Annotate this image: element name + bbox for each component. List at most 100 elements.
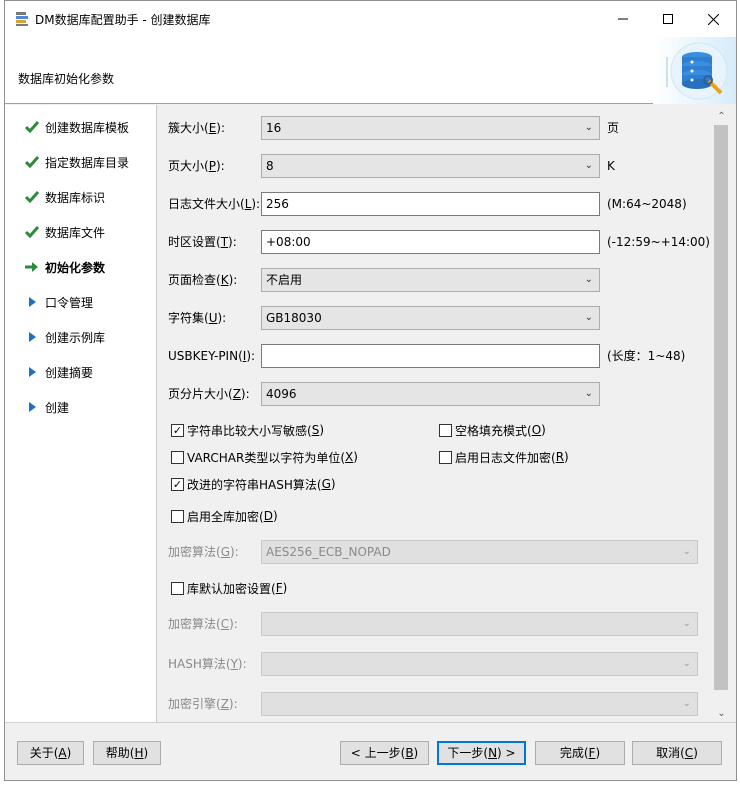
step-db-directory: 指定数据库目录 [23,152,129,172]
page-shard-select[interactable]: 4096 ⌄ [261,382,600,406]
step-sample-db: 创建示例库 [23,327,105,347]
log-size-input[interactable]: 256 [261,192,600,216]
log-encrypt-checkbox[interactable]: 启用日志文件加密(R) [439,448,569,466]
window-title: DM数据库配置助手 - 创建数据库 [35,13,211,27]
close-button[interactable] [690,1,736,37]
step-create-template: 创建数据库模板 [23,117,129,137]
step-label: 数据库文件 [45,225,106,240]
chevron-down-icon: ⌄ [682,546,691,557]
page-size-select[interactable]: 8 ⌄ [261,154,600,178]
chevron-down-icon: ⌄ [584,312,593,323]
close-icon [707,13,719,25]
blank-pad-checkbox[interactable]: 空格填充模式(O) [439,421,546,439]
hash-algo-select: ⌄ [261,652,698,676]
step-init-params: 初始化参数 [23,257,105,277]
timezone-range: (-12:59~+14:00) [607,235,710,249]
usbkey-pin-input[interactable] [261,344,600,368]
step-db-files: 数据库文件 [23,222,105,242]
app-icon [16,12,28,26]
next-button[interactable]: 下一步(N) > [437,741,526,765]
chevron-down-icon: ⌄ [584,274,593,285]
chevron-down-icon: ⌄ [682,618,691,629]
step-password: 口令管理 [23,292,93,312]
page-check-value: 不启用 [266,273,303,287]
usbkey-pin-range: (长度：1~48) [607,349,686,363]
charset-value: GB18030 [266,311,322,325]
extent-size-label: 簇大小(E): [168,121,226,135]
improved-hash-checkbox[interactable]: ✓ 改进的字符串HASH算法(G) [171,475,336,493]
full-encrypt-checkbox[interactable]: 启用全库加密(D) [171,507,278,525]
page-size-value: 8 [266,159,274,173]
scroll-down-icon[interactable]: ⌄ [713,706,730,722]
triangle-right-icon [23,294,41,310]
encrypt-algo-label: 加密算法(G): [168,545,239,559]
page-shard-label: 页分片大小(Z): [168,387,250,401]
checkbox-unchecked-icon [439,450,452,464]
params-form: 簇大小(E): 16 ⌄ 页 页大小(P): 8 ⌄ K 日志文件大小(L): … [158,105,736,722]
check-icon [23,189,41,205]
chevron-down-icon: ⌄ [584,388,593,399]
minimize-button[interactable] [600,1,646,37]
page-title: 数据库初始化参数 [18,72,115,86]
varchar-char-checkbox[interactable]: VARCHAR类型以字符为单位(X) [171,448,358,466]
title-bar: DM数据库配置助手 - 创建数据库 [5,1,736,37]
scroll-up-icon[interactable]: ⌃ [713,109,730,125]
triangle-right-icon [23,399,41,415]
back-button[interactable]: < 上一步(B) [340,741,429,765]
chevron-down-icon: ⌄ [682,658,691,669]
log-size-range: (M:64~2048) [607,197,687,211]
encrypt-algo-2-label: 加密算法(C): [168,617,238,631]
timezone-input[interactable]: +08:00 [261,230,600,254]
app-window: DM数据库配置助手 - 创建数据库 数据库初始化参数 创建数据库模板 指定数据库… [4,0,737,781]
step-label: 口令管理 [45,295,94,310]
encrypt-algo-2-select: ⌄ [261,612,698,636]
database-config-icon [653,37,736,104]
checkbox-checked-icon: ✓ [171,477,184,491]
charset-select[interactable]: GB18030 ⌄ [261,306,600,330]
charset-label: 字符集(U): [168,311,227,325]
encrypt-algo-value: AES256_ECB_NOPAD [266,545,391,559]
default-encrypt-checkbox[interactable]: 库默认加密设置(F) [171,579,287,597]
check-icon [23,224,41,240]
page-size-unit: K [607,159,615,173]
wizard-footer: 关于(A) 帮助(H) < 上一步(B) 下一步(N) > 完成(F) 取消(C… [5,722,736,780]
encrypt-engine-select: ⌄ [261,692,698,716]
about-button[interactable]: 关于(A) [17,741,84,765]
step-label: 指定数据库目录 [45,155,130,170]
hash-algo-label: HASH算法(Y): [168,657,247,671]
checkbox-checked-icon: ✓ [171,423,184,437]
chevron-down-icon: ⌄ [584,122,593,133]
extent-size-value: 16 [266,121,282,135]
checkbox-unchecked-icon [171,509,184,523]
usbkey-pin-label: USBKEY-PIN(I): [168,349,256,363]
vertical-scrollbar[interactable]: ⌃ ⌄ [713,109,730,722]
page-size-label: 页大小(P): [168,159,225,173]
arrow-right-icon [23,259,41,275]
page-check-label: 页面检查(K): [168,273,238,287]
help-button[interactable]: 帮助(H) [93,741,161,765]
extent-size-select[interactable]: 16 ⌄ [261,116,600,140]
scroll-thumb[interactable] [714,125,728,690]
step-label: 创建数据库模板 [45,120,130,135]
checkbox-unchecked-icon [171,581,184,595]
encrypt-engine-label: 加密引擎(Z): [168,697,238,711]
maximize-button[interactable] [645,1,691,37]
triangle-right-icon [23,329,41,345]
step-summary: 创建摘要 [23,362,93,382]
encrypt-algo-select: AES256_ECB_NOPAD ⌄ [261,540,698,564]
check-icon [23,154,41,170]
wizard-header: 数据库初始化参数 [5,37,736,104]
extent-size-unit: 页 [607,121,620,135]
maximize-icon [663,14,673,24]
check-icon [23,119,41,135]
triangle-right-icon [23,364,41,380]
page-shard-value: 4096 [266,387,297,401]
minimize-icon [618,18,628,20]
log-size-label: 日志文件大小(L): [168,197,261,211]
finish-button[interactable]: 完成(F) [535,741,625,765]
checkbox-unchecked-icon [171,450,184,464]
step-label: 创建 [45,400,70,415]
case-sensitive-checkbox[interactable]: ✓ 字符串比较大小写敏感(S) [171,421,324,439]
cancel-button[interactable]: 取消(C) [632,741,722,765]
page-check-select[interactable]: 不启用 ⌄ [261,268,600,292]
